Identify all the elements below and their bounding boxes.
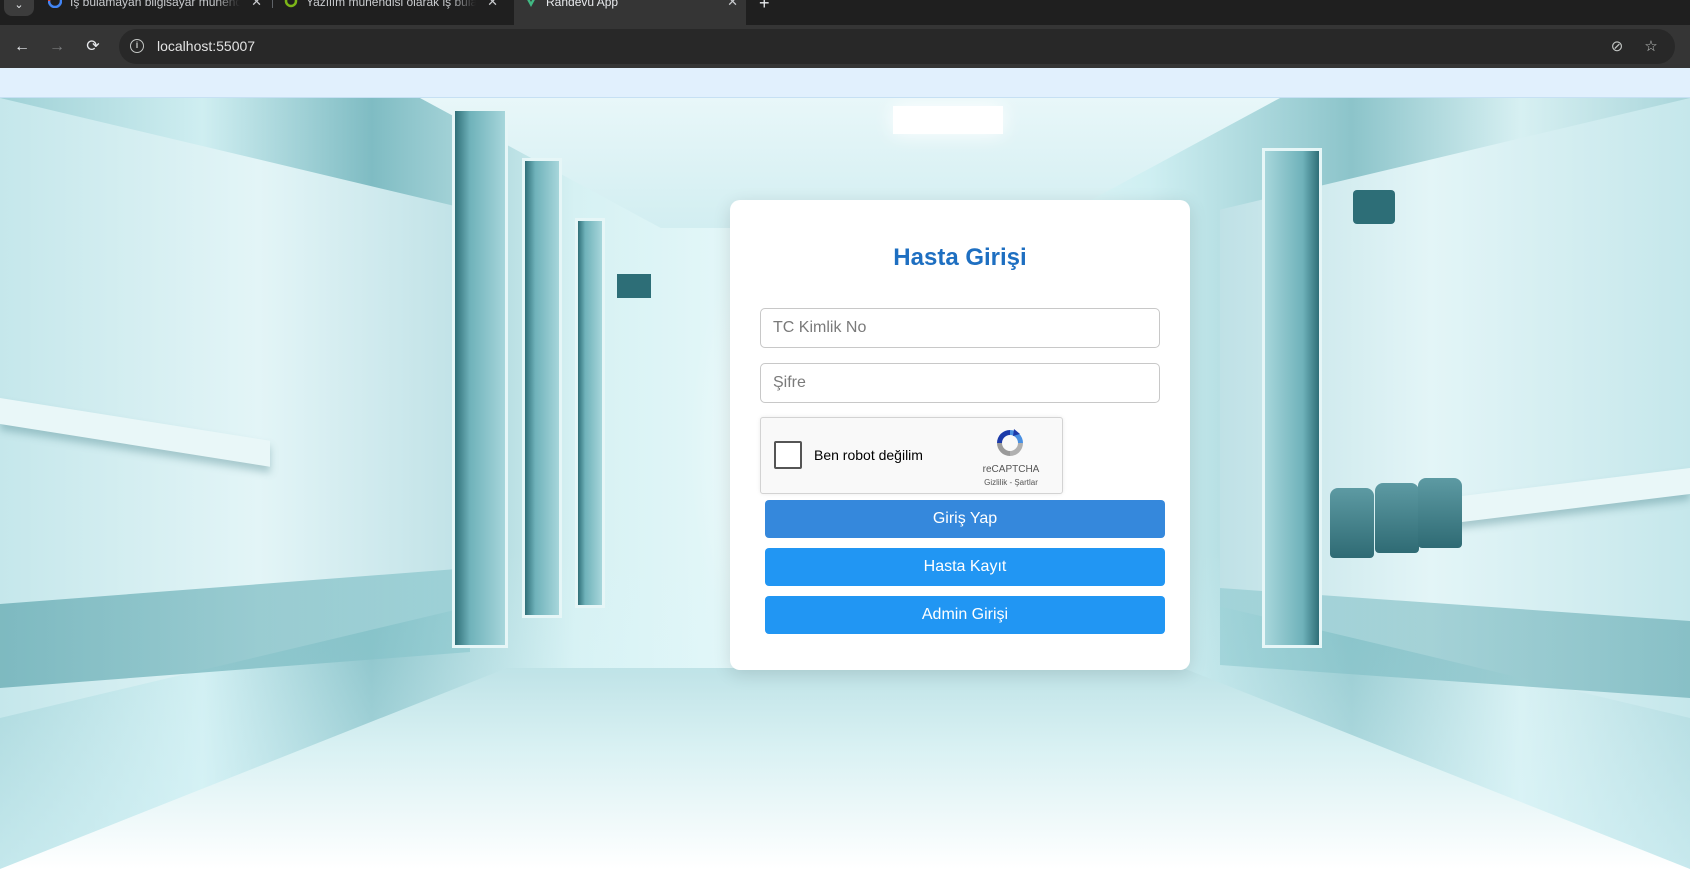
tab-title: Yazılım mühendisi olarak iş bulamamak (306, 0, 476, 9)
close-icon[interactable]: ✕ (727, 0, 738, 9)
chevron-down-icon: ⌄ (14, 0, 24, 11)
waiting-chair (1418, 478, 1462, 548)
recaptcha-checkbox[interactable] (774, 441, 802, 469)
tab-title: Randevu App (546, 0, 619, 9)
site-info-icon[interactable]: i (130, 39, 144, 53)
app-top-bar (0, 68, 1690, 98)
browser-tab-active[interactable]: Randevu App ✕ (514, 0, 746, 25)
background-sign (1353, 190, 1395, 224)
forward-button[interactable]: → (44, 34, 70, 60)
background-sign (617, 274, 651, 298)
patient-register-button[interactable]: Hasta Kayıt (765, 548, 1165, 586)
page-viewport: Hasta Girişi Ben robot değilim reCAPTCHA… (0, 68, 1690, 869)
background-door (1262, 148, 1322, 648)
arrow-right-icon: → (49, 38, 65, 55)
login-card: Hasta Girişi Ben robot değilim reCAPTCHA… (730, 200, 1190, 670)
background-floor (0, 668, 1690, 869)
back-button[interactable]: ← (9, 34, 35, 60)
admin-login-button[interactable]: Admin Girişi (765, 596, 1165, 634)
url-text[interactable]: localhost:55007 (157, 38, 255, 54)
tab-title: İş bulamayan bilgisayar mühendisi (70, 0, 240, 9)
waiting-chair (1330, 488, 1374, 558)
background-door (522, 158, 562, 618)
bookmark-star-icon[interactable]: ☆ (1642, 38, 1660, 56)
browser-tab[interactable]: Yazılım mühendisi olarak iş bulamamak ✕ (274, 0, 506, 25)
page-title: Hasta Girişi (893, 244, 1027, 271)
tc-kimlik-input[interactable] (760, 308, 1160, 348)
tab-divider (272, 0, 273, 8)
recaptcha-label: Ben robot değilim (814, 447, 923, 463)
ring-favicon (284, 0, 298, 8)
recaptcha-privacy-terms-link[interactable]: Gizlilik - Şartlar (961, 478, 1061, 487)
browser-toolbar: ← → ⟳ i localhost:55007 ⊘ ☆ (0, 25, 1690, 68)
recaptcha-brand: reCAPTCHA (982, 464, 1040, 475)
arrow-left-icon: ← (14, 38, 30, 55)
background-door (575, 218, 605, 608)
password-input[interactable] (760, 363, 1160, 403)
browser-tab[interactable]: İş bulamayan bilgisayar mühendisi ✕ (38, 0, 270, 25)
ceiling-light (893, 106, 1003, 134)
vue-favicon (527, 0, 535, 7)
google-favicon (48, 0, 62, 8)
waiting-chair (1375, 483, 1419, 553)
close-icon[interactable]: ✕ (487, 0, 498, 9)
reload-button[interactable]: ⟳ (80, 34, 106, 60)
recaptcha-widget: Ben robot değilim reCAPTCHA Gizlilik - Ş… (760, 417, 1063, 494)
recaptcha-logo-icon (997, 429, 1023, 456)
login-button[interactable]: Giriş Yap (765, 500, 1165, 538)
tab-search-button[interactable]: ⌄ (4, 0, 34, 16)
new-tab-button[interactable]: + (759, 0, 770, 12)
browser-tab-strip: ⌄ İş bulamayan bilgisayar mühendisi ✕ Ya… (0, 0, 1690, 25)
address-bar[interactable]: i localhost:55007 ⊘ ☆ (119, 29, 1675, 64)
reload-icon: ⟳ (86, 38, 100, 55)
eye-off-icon[interactable]: ⊘ (1608, 38, 1626, 56)
close-icon[interactable]: ✕ (251, 0, 262, 9)
background-door (452, 108, 508, 648)
